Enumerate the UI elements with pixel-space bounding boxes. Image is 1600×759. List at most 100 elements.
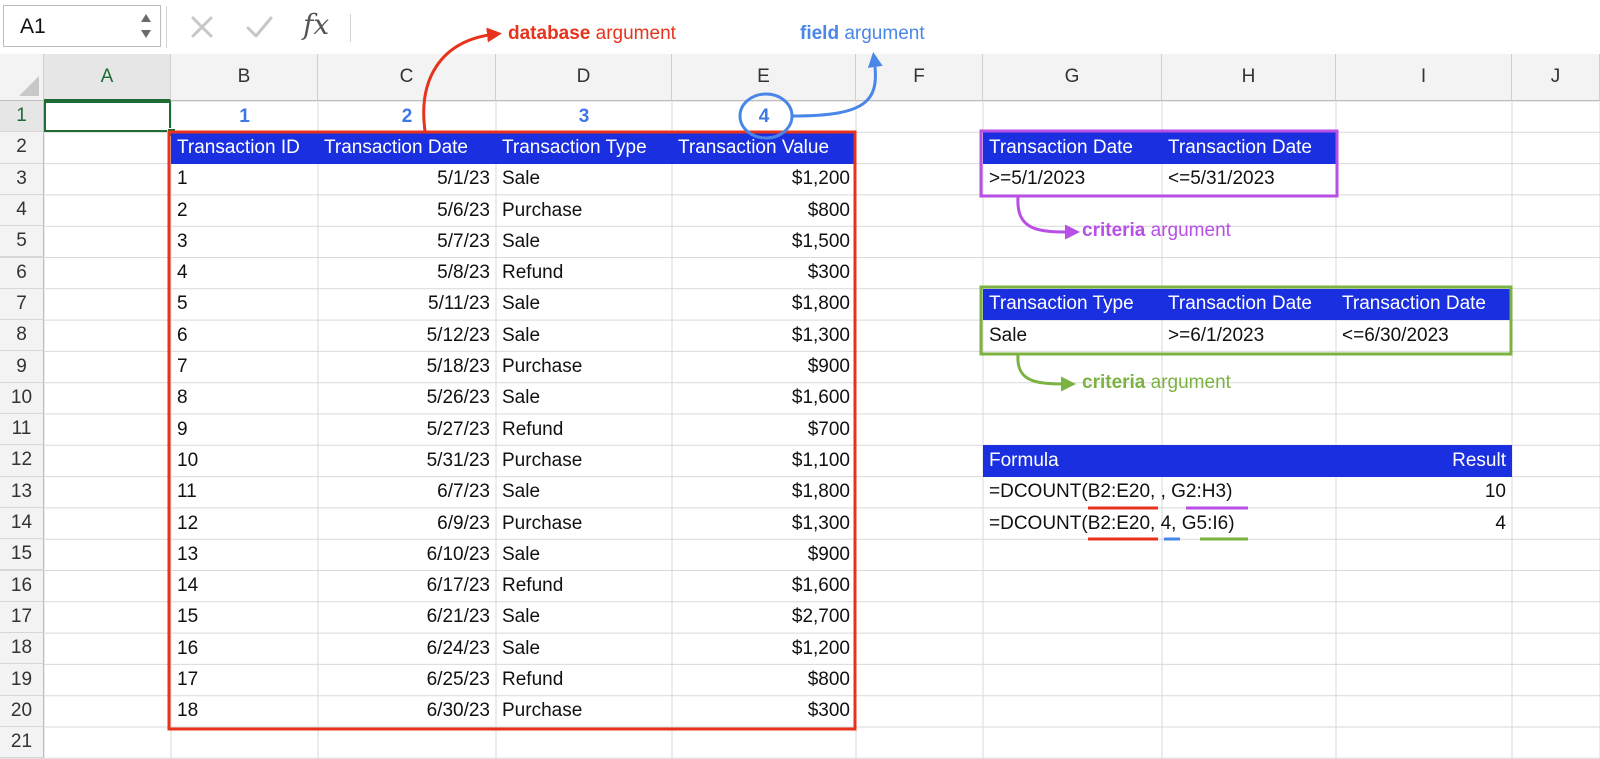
- result-cell[interactable]: 10: [1336, 477, 1512, 508]
- transaction-value-cell[interactable]: $800: [672, 664, 856, 695]
- formula-cell[interactable]: =DCOUNT(B2:E20, 4, G5:I6): [983, 508, 1336, 539]
- result-cell[interactable]: 4: [1336, 508, 1512, 539]
- transaction-value-cell[interactable]: $1,800: [672, 289, 856, 320]
- transaction-type-cell[interactable]: Sale: [496, 633, 672, 664]
- transaction-id-cell[interactable]: 16: [171, 633, 318, 664]
- transaction-date-cell[interactable]: 5/12/23: [318, 320, 496, 351]
- transaction-value-cell[interactable]: $800: [672, 195, 856, 226]
- column-header-f[interactable]: F: [856, 54, 983, 101]
- transaction-date-cell[interactable]: 5/27/23: [318, 414, 496, 445]
- criteria2-value-cell[interactable]: <=6/30/2023: [1336, 320, 1512, 351]
- row-header-14[interactable]: 14: [0, 507, 44, 540]
- transaction-type-cell[interactable]: Sale: [496, 539, 672, 570]
- transaction-value-cell[interactable]: $900: [672, 351, 856, 382]
- criteria2-value-cell[interactable]: >=6/1/2023: [1162, 320, 1336, 351]
- row-header-3[interactable]: 3: [0, 163, 44, 195]
- transaction-date-cell[interactable]: 6/9/23: [318, 508, 496, 539]
- column-header-c[interactable]: C: [318, 54, 496, 101]
- criteria1-value-cell[interactable]: <=5/31/2023: [1162, 164, 1336, 195]
- column-header-h[interactable]: H: [1162, 54, 1336, 101]
- transaction-id-cell[interactable]: 3: [171, 226, 318, 257]
- transaction-type-cell[interactable]: Sale: [496, 289, 672, 320]
- transaction-type-cell[interactable]: Purchase: [496, 445, 672, 476]
- criteria1-value-cell[interactable]: >=5/1/2023: [983, 164, 1162, 195]
- row-header-12[interactable]: 12: [0, 445, 44, 477]
- transaction-date-cell[interactable]: 6/25/23: [318, 664, 496, 695]
- transaction-date-cell[interactable]: 5/31/23: [318, 445, 496, 476]
- transaction-id-cell[interactable]: 17: [171, 664, 318, 695]
- transaction-date-cell[interactable]: 6/24/23: [318, 633, 496, 664]
- transaction-id-cell[interactable]: 8: [171, 383, 318, 414]
- row-header-15[interactable]: 15: [0, 539, 44, 571]
- transaction-date-cell[interactable]: 5/11/23: [318, 289, 496, 320]
- row-header-10[interactable]: 10: [0, 382, 44, 414]
- transaction-id-cell[interactable]: 7: [171, 351, 318, 382]
- row-header-20[interactable]: 20: [0, 695, 44, 727]
- transaction-value-cell[interactable]: $900: [672, 539, 856, 570]
- transaction-date-cell[interactable]: 5/6/23: [318, 195, 496, 226]
- column-header-g[interactable]: G: [983, 54, 1162, 101]
- transaction-date-cell[interactable]: 6/10/23: [318, 539, 496, 570]
- row-header-4[interactable]: 4: [0, 194, 44, 227]
- database-header-cell[interactable]: Transaction Date: [318, 132, 496, 164]
- field-number-cell[interactable]: 3: [496, 101, 672, 132]
- column-header-j[interactable]: J: [1512, 54, 1600, 101]
- transaction-value-cell[interactable]: $1,600: [672, 383, 856, 414]
- transaction-type-cell[interactable]: Refund: [496, 258, 672, 289]
- transaction-id-cell[interactable]: 15: [171, 602, 318, 633]
- transaction-id-cell[interactable]: 14: [171, 571, 318, 602]
- transaction-id-cell[interactable]: 1: [171, 164, 318, 195]
- criteria2-value-cell[interactable]: Sale: [983, 320, 1162, 351]
- column-header-e[interactable]: E: [672, 54, 856, 101]
- transaction-date-cell[interactable]: 6/17/23: [318, 571, 496, 602]
- database-header-cell[interactable]: Transaction Type: [496, 132, 672, 164]
- row-header-13[interactable]: 13: [0, 476, 44, 508]
- transaction-date-cell[interactable]: 5/7/23: [318, 226, 496, 257]
- row-header-9[interactable]: 9: [0, 351, 44, 383]
- transaction-id-cell[interactable]: 18: [171, 696, 318, 727]
- formula-cell[interactable]: =DCOUNT(B2:E20, , G2:H3): [983, 477, 1336, 508]
- transaction-type-cell[interactable]: Sale: [496, 226, 672, 257]
- transaction-id-cell[interactable]: 9: [171, 414, 318, 445]
- row-header-16[interactable]: 16: [0, 570, 44, 602]
- row-header-18[interactable]: 18: [0, 633, 44, 665]
- row-header-8[interactable]: 8: [0, 320, 44, 352]
- transaction-type-cell[interactable]: Refund: [496, 571, 672, 602]
- transaction-value-cell[interactable]: $300: [672, 258, 856, 289]
- database-header-cell[interactable]: Transaction Value: [672, 132, 856, 164]
- select-all-corner[interactable]: [0, 54, 44, 101]
- criteria2-header-cell[interactable]: Transaction Date: [1162, 288, 1336, 321]
- transaction-value-cell[interactable]: $700: [672, 414, 856, 445]
- transaction-value-cell[interactable]: $300: [672, 696, 856, 727]
- transaction-id-cell[interactable]: 11: [171, 477, 318, 508]
- row-header-11[interactable]: 11: [0, 414, 44, 446]
- row-header-2[interactable]: 2: [0, 132, 44, 164]
- field-number-cell[interactable]: 4: [672, 101, 856, 132]
- row-header-1[interactable]: 1: [0, 101, 44, 133]
- database-header-cell[interactable]: Transaction ID: [171, 132, 318, 164]
- transaction-type-cell[interactable]: Sale: [496, 383, 672, 414]
- transaction-id-cell[interactable]: 5: [171, 289, 318, 320]
- transaction-id-cell[interactable]: 12: [171, 508, 318, 539]
- row-header-17[interactable]: 17: [0, 601, 44, 634]
- transaction-type-cell[interactable]: Purchase: [496, 508, 672, 539]
- transaction-type-cell[interactable]: Sale: [496, 602, 672, 633]
- column-header-d[interactable]: D: [496, 54, 672, 101]
- transaction-value-cell[interactable]: $1,100: [672, 445, 856, 476]
- transaction-value-cell[interactable]: $1,200: [672, 164, 856, 195]
- transaction-value-cell[interactable]: $1,800: [672, 477, 856, 508]
- transaction-type-cell[interactable]: Purchase: [496, 195, 672, 226]
- column-header-b[interactable]: B: [171, 54, 318, 101]
- transaction-id-cell[interactable]: 4: [171, 258, 318, 289]
- formula-header-cell[interactable]: Formula: [983, 445, 1336, 477]
- transaction-value-cell[interactable]: $1,300: [672, 508, 856, 539]
- transaction-type-cell[interactable]: Sale: [496, 320, 672, 351]
- transaction-value-cell[interactable]: $1,500: [672, 226, 856, 257]
- column-header-i[interactable]: I: [1336, 54, 1512, 101]
- active-cell-a1[interactable]: [44, 101, 171, 133]
- transaction-id-cell[interactable]: 6: [171, 320, 318, 351]
- criteria2-header-cell[interactable]: Transaction Type: [983, 288, 1162, 321]
- transaction-date-cell[interactable]: 5/18/23: [318, 351, 496, 382]
- transaction-id-cell[interactable]: 10: [171, 445, 318, 476]
- row-header-7[interactable]: 7: [0, 288, 44, 321]
